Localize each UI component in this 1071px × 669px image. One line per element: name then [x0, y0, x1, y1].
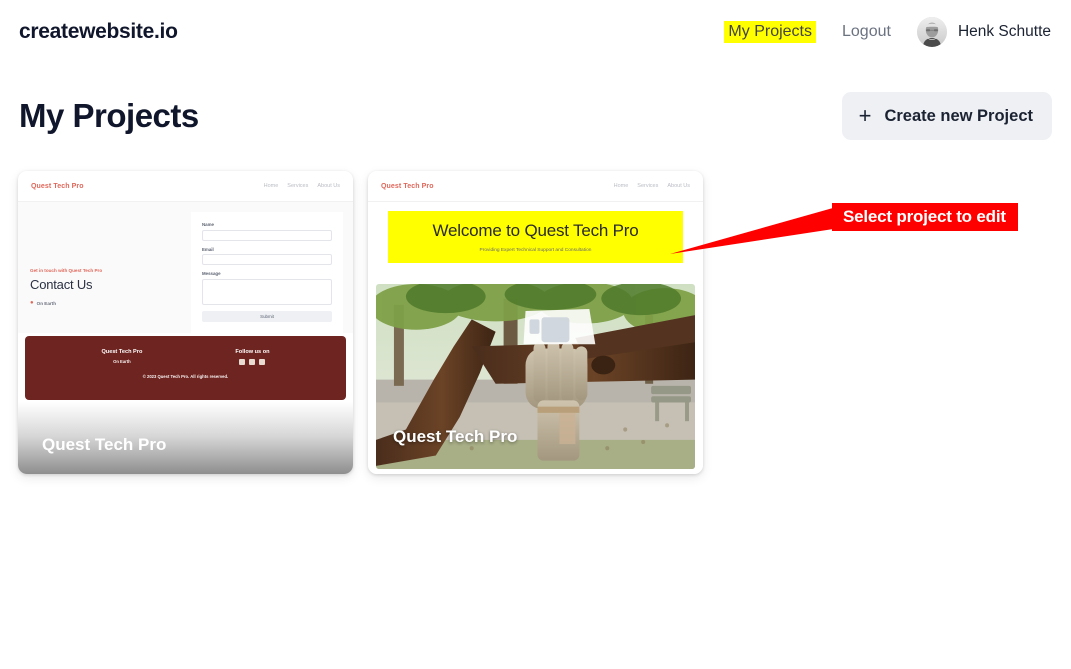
preview-field-label-email: Email: [202, 246, 214, 252]
preview-field-label-message: Message: [202, 271, 221, 276]
nav-link-logout[interactable]: Logout: [838, 21, 895, 43]
preview-contact-text: Get in touch with Quest Tech Pro Contact…: [30, 268, 102, 306]
site-logo[interactable]: createwebsite.io: [19, 20, 178, 44]
create-new-project-button[interactable]: + Create new Project: [841, 92, 1052, 140]
avatar[interactable]: [916, 17, 947, 47]
preview-footer-brand-col: Quest Tech Pro On Earth: [101, 349, 142, 365]
preview-location-text: On Earth: [36, 300, 57, 306]
annotation-text: Select project to edit: [843, 207, 1006, 226]
preview-hero-banner: Welcome to Quest Tech Pro Providing Expe…: [388, 211, 683, 263]
preview-contact-section: Get in touch with Quest Tech Pro Contact…: [18, 202, 353, 333]
page-title: My Projects: [19, 97, 199, 134]
user-menu[interactable]: Henk Schutte: [916, 17, 1051, 47]
preview-contact-form: Name Email Message Submit: [191, 212, 343, 333]
preview-nav: Home Services About Us: [614, 183, 690, 189]
preview-brand: Quest Tech Pro: [381, 182, 434, 190]
preview-site-header: Quest Tech Pro Home Services About Us: [368, 171, 703, 202]
project-card-title: Quest Tech Pro: [42, 435, 167, 454]
preview-input-email: [202, 254, 332, 265]
create-new-project-label: Create new Project: [884, 106, 1033, 125]
preview-footer-brand: Quest Tech Pro: [101, 349, 143, 355]
instagram-icon: [259, 359, 266, 365]
preview-nav-services: Services: [287, 183, 309, 189]
facebook-icon: [239, 359, 246, 365]
preview-field-label-name: Name: [202, 222, 214, 227]
user-name: Henk Schutte: [957, 23, 1051, 40]
preview-site-footer: Quest Tech Pro On Earth Follow us on © 2…: [25, 336, 346, 400]
plus-icon: +: [858, 103, 872, 128]
preview-nav-home: Home: [263, 183, 279, 189]
top-navigation-bar: createwebsite.io My Projects Logout Henk…: [0, 0, 1071, 64]
nav-link-my-projects[interactable]: My Projects: [724, 21, 816, 43]
preview-footer-copyright: © 2023 Quest Tech Pro. All rights reserv…: [142, 374, 229, 379]
page-header: My Projects + Create new Project: [19, 92, 1052, 140]
project-card-title: Quest Tech Pro: [393, 427, 518, 446]
preview-location: ● On Earth: [30, 300, 102, 306]
annotation-arrow: [664, 196, 844, 271]
preview-hero-subtitle: Providing Expert Technical Support and C…: [479, 248, 592, 253]
preview-kicker: Get in touch with Quest Tech Pro: [30, 268, 103, 273]
project-card[interactable]: Quest Tech Pro Home Services About Us Ge…: [18, 171, 353, 474]
preview-footer-tagline: On Earth: [113, 359, 131, 364]
preview-brand: Quest Tech Pro: [31, 182, 84, 190]
app-root: createwebsite.io My Projects Logout Henk…: [0, 0, 1071, 669]
twitter-icon: [249, 359, 256, 365]
preview-site-header: Quest Tech Pro Home Services About Us: [18, 171, 353, 202]
preview-footer-follow-heading: Follow us on: [235, 349, 270, 355]
preview-nav-home: Home: [613, 183, 629, 189]
preview-hero-title: Welcome to Quest Tech Pro: [432, 221, 639, 240]
preview-footer-socials: [235, 359, 269, 365]
preview-nav-services: Services: [637, 183, 659, 189]
preview-nav-about: About Us: [317, 183, 340, 189]
preview-nav: Home Services About Us: [264, 183, 340, 189]
preview-nav-about: About Us: [667, 183, 690, 189]
map-pin-icon: ●: [30, 300, 34, 306]
preview-input-name: [202, 229, 332, 241]
annotation-banner: Select project to edit: [832, 203, 1018, 231]
preview-submit-button: Submit: [202, 310, 332, 322]
preview-footer-social-col: Follow us on: [235, 349, 270, 365]
preview-input-message: [202, 278, 332, 305]
projects-grid: Quest Tech Pro Home Services About Us Ge…: [18, 171, 703, 474]
preview-heading: Contact Us: [30, 277, 93, 292]
project-card[interactable]: Quest Tech Pro Home Services About Us We…: [368, 171, 703, 474]
top-nav-links: My Projects Logout Henk Schutte: [724, 17, 1051, 47]
